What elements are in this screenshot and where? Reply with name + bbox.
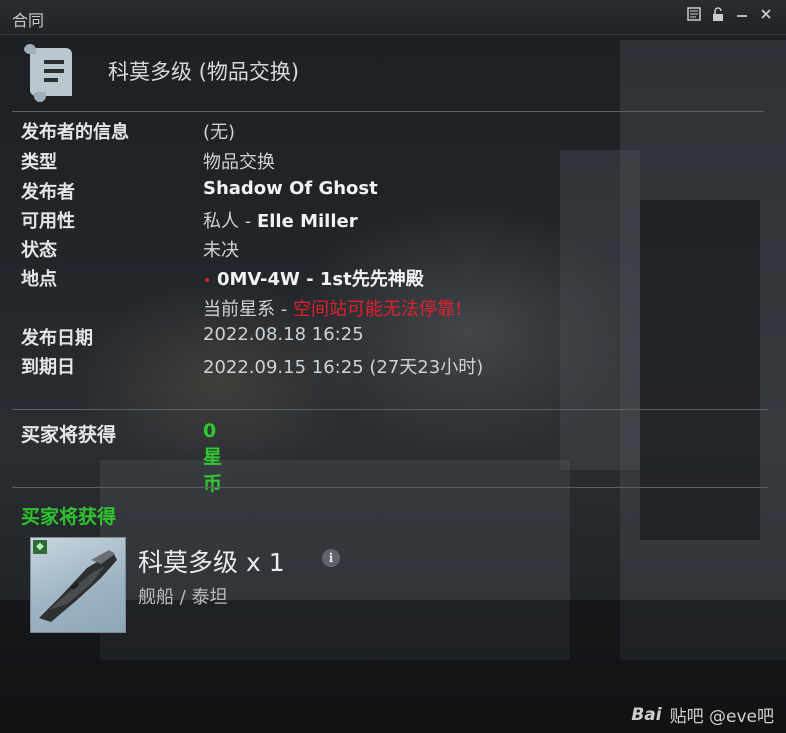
- diamond-badge-icon: ◆: [33, 540, 47, 554]
- availability-label: 可用性: [21, 211, 75, 232]
- issuer-name-link[interactable]: Shadow Of Ghost: [203, 178, 378, 199]
- info-icon[interactable]: i: [322, 549, 340, 567]
- baidu-logo: Bai: [631, 704, 662, 725]
- issuer-info-label: 发布者的信息: [21, 122, 129, 143]
- issuer-info-value: (无): [203, 122, 236, 143]
- availability-value: 私人 - Elle Miller: [203, 207, 358, 233]
- item-name: 科莫多级 x 1: [138, 548, 285, 577]
- close-icon[interactable]: [758, 7, 774, 25]
- station-name-link[interactable]: 0MV-4W - 1st先先神殿: [217, 269, 424, 290]
- notes-icon[interactable]: [686, 7, 702, 25]
- location-label: 地点: [21, 269, 57, 290]
- watermark: Bai 贴吧 @eve吧: [631, 702, 774, 728]
- buyer-receives-isk-row: 买家将获得 0 星币: [21, 420, 222, 495]
- divider: [12, 409, 768, 410]
- issued-value: 2022.08.18 16:25: [203, 324, 364, 345]
- minimize-icon[interactable]: [734, 7, 750, 25]
- divider: [12, 487, 768, 488]
- docking-warning: 空间站可能无法停靠!: [292, 299, 463, 320]
- window-title: 合同: [12, 11, 45, 30]
- expires-value: 2022.09.15 16:25 (27天23小时): [203, 357, 484, 378]
- status-value: 未决: [203, 240, 239, 261]
- security-status-dot: •: [203, 273, 212, 289]
- issued-label: 发布日期: [21, 328, 93, 349]
- item-type: 舰船 / 泰坦: [138, 587, 228, 608]
- type-value: 物品交换: [203, 152, 275, 173]
- watermark-text: 贴吧 @eve吧: [669, 707, 774, 727]
- current-system-text: 当前星系 -: [203, 299, 293, 320]
- contract-document-icon: [20, 42, 80, 108]
- type-label: 类型: [21, 152, 57, 173]
- buyer-receives-label: 买家将获得: [21, 424, 117, 446]
- buyer-receives-items-heading: 买家将获得: [21, 506, 117, 528]
- divider: [12, 111, 764, 112]
- availability-prefix: 私人 -: [203, 211, 257, 232]
- buyer-receives-isk-value: 0 星币: [203, 420, 223, 495]
- issuer-label: 发布者: [21, 182, 75, 203]
- assignee-name-link[interactable]: Elle Miller: [257, 211, 358, 232]
- status-label: 状态: [21, 240, 57, 261]
- location-value: • 0MV-4W - 1st先先神殿: [203, 265, 424, 291]
- window-titlebar: 合同: [0, 0, 786, 35]
- contract-title: 科莫多级 (物品交换): [108, 60, 300, 84]
- lock-icon[interactable]: [710, 7, 726, 25]
- expires-label: 到期日: [21, 357, 75, 378]
- location-subline: 当前星系 - 空间站可能无法停靠!: [203, 295, 462, 321]
- item-thumbnail[interactable]: ◆: [30, 537, 126, 633]
